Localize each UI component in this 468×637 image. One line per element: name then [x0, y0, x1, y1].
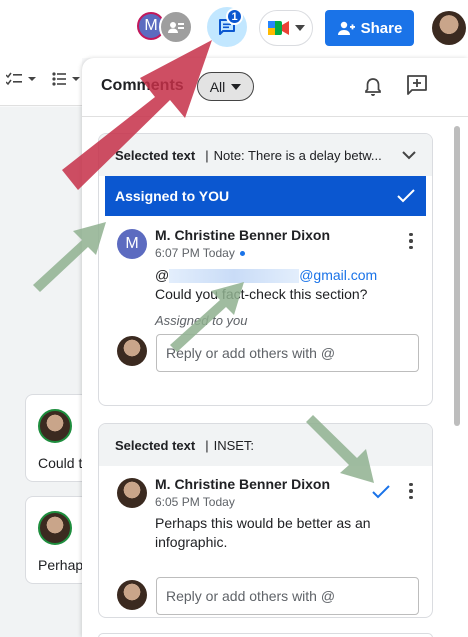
- selected-text-quote: Note: There is a delay betw...: [213, 147, 382, 163]
- chevron-down-icon[interactable]: [402, 150, 416, 160]
- divider: [82, 116, 468, 117]
- add-comment-button[interactable]: [404, 72, 430, 98]
- more-vert-icon[interactable]: [403, 230, 419, 252]
- redacted-email: [169, 269, 300, 284]
- comment-timestamp: 6:05 PM Today: [155, 495, 235, 509]
- checkmark-icon[interactable]: [396, 188, 416, 204]
- comment: M. Christine Benner Dixon 6:05 PM Today …: [99, 466, 432, 616]
- more-vert-icon[interactable]: [403, 480, 419, 502]
- mention-email[interactable]: @gmail.com: [299, 267, 377, 283]
- panel-title: Comments: [101, 77, 184, 94]
- document-area: Could t Perhap: [0, 107, 85, 637]
- reply-input[interactable]: Reply or add others with @: [156, 577, 419, 615]
- comment-thread[interactable]: [98, 633, 433, 637]
- avatar: [117, 580, 147, 610]
- add-comment-icon: [407, 75, 427, 95]
- comment-body: Perhaps this would be better as an infog…: [155, 515, 371, 550]
- anonymous-user-icon[interactable]: [159, 10, 193, 44]
- google-meet-icon: [268, 21, 289, 35]
- comment-preview: Could t: [38, 455, 83, 471]
- assigned-banner[interactable]: Assigned to YOU: [105, 176, 426, 216]
- account-avatar[interactable]: [432, 11, 466, 45]
- thread-header[interactable]: Selected text | Note: There is a delay b…: [99, 134, 432, 176]
- comments-filter-dropdown[interactable]: All: [197, 72, 254, 101]
- avatar: [117, 478, 147, 508]
- notifications-button[interactable]: [360, 74, 386, 100]
- scrollbar[interactable]: [454, 126, 460, 426]
- unread-dot: [239, 251, 245, 257]
- avatar: [38, 511, 72, 545]
- comment-thread[interactable]: Selected text | Note: There is a delay b…: [98, 133, 433, 406]
- reply-input[interactable]: Reply or add others with @: [156, 334, 419, 372]
- resolve-check-icon[interactable]: [371, 484, 391, 500]
- bell-icon: [365, 78, 381, 96]
- bulleted-list-icon[interactable]: [52, 72, 82, 89]
- checklist-icon[interactable]: [5, 72, 36, 89]
- share-person-icon: [337, 21, 355, 35]
- comments-count-badge: 1: [226, 8, 243, 25]
- comment-preview: Perhap: [38, 557, 84, 573]
- selected-text-quote: INSET:: [213, 437, 255, 453]
- avatar: [117, 336, 147, 366]
- comment-thread[interactable]: Selected text | INSET: M. Christine Benn…: [98, 423, 433, 618]
- meet-button[interactable]: [259, 10, 313, 46]
- comment-author: M. Christine Benner Dixon: [155, 227, 331, 243]
- comment-timestamp: 6:07 PM Today: [155, 246, 245, 260]
- top-bar: M 1 Share: [0, 0, 468, 58]
- formatting-toolbar: [0, 58, 82, 106]
- chevron-down-icon: [231, 83, 242, 90]
- share-button[interactable]: Share: [325, 10, 414, 46]
- comment-card-collapsed[interactable]: Could t: [25, 394, 85, 482]
- thread-header[interactable]: Selected text | INSET:: [99, 424, 432, 466]
- comment-author: M. Christine Benner Dixon: [155, 476, 331, 492]
- comment-card-collapsed[interactable]: Perhap: [25, 496, 85, 584]
- avatar: [38, 409, 72, 443]
- avatar: M: [117, 229, 147, 259]
- chevron-down-icon: [295, 25, 305, 31]
- comments-panel: Comments All Selected text | Note: There…: [82, 58, 468, 637]
- assigned-note: Assigned to you: [155, 313, 248, 328]
- comment: M M. Christine Benner Dixon 6:07 PM Toda…: [99, 216, 432, 405]
- comment-body: @ @gmail.com Could you fact-check this se…: [155, 267, 378, 302]
